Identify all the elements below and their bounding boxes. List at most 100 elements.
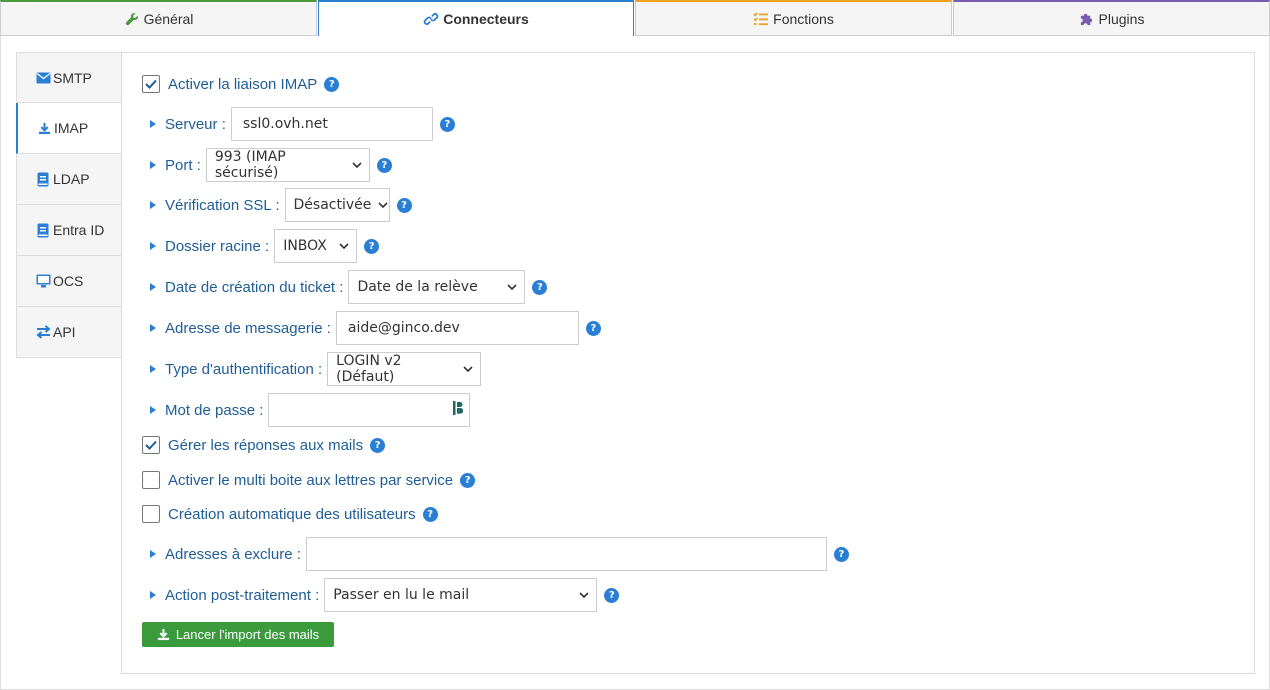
wrench-icon bbox=[124, 11, 140, 27]
post-action-select[interactable]: Passer en lu le mail bbox=[324, 578, 598, 612]
side-tab-label: API bbox=[53, 324, 76, 340]
chevron-down-icon bbox=[377, 199, 389, 211]
email-input[interactable]: aide@ginco.dev bbox=[335, 311, 579, 345]
address-book-icon bbox=[35, 222, 51, 238]
puzzle-icon bbox=[1079, 11, 1095, 27]
help-icon[interactable]: ? bbox=[833, 546, 849, 562]
help-icon[interactable]: ? bbox=[376, 157, 392, 173]
chevron-down-icon bbox=[338, 240, 350, 252]
chevron-down-icon bbox=[506, 281, 518, 293]
ticket-date-select-value: Date de la relève bbox=[357, 279, 478, 295]
side-tab-ldap[interactable]: LDAP bbox=[16, 154, 122, 205]
side-tab-label: OCS bbox=[53, 273, 84, 289]
auth-type-select-value: LOGIN v2 (Défaut) bbox=[336, 353, 402, 385]
ssl-check-select-value: Désactivée bbox=[293, 197, 372, 213]
help-icon[interactable]: ? bbox=[460, 472, 476, 488]
help-icon[interactable]: ? bbox=[439, 116, 455, 132]
tab-general[interactable]: Général bbox=[0, 0, 317, 36]
port-select[interactable]: 993 (IMAP sécurisé) bbox=[205, 148, 370, 182]
manage-replies-row: Gérer les réponses aux mails ? bbox=[142, 433, 386, 457]
manage-replies-checkbox[interactable] bbox=[142, 436, 160, 454]
help-icon[interactable]: ? bbox=[364, 238, 380, 254]
download-icon bbox=[157, 628, 171, 642]
exchange-icon bbox=[35, 324, 51, 340]
side-tab-entra-id[interactable]: Entra ID bbox=[16, 205, 122, 256]
ssl-check-row: Vérification SSL : Désactivée ? bbox=[122, 187, 412, 223]
ticket-date-select[interactable]: Date de la relève bbox=[348, 270, 526, 304]
import-mails-button-label: Lancer l'import des mails bbox=[175, 627, 320, 642]
password-input[interactable] bbox=[268, 393, 471, 427]
top-tab-bar: Général Connecteurs Fonctions Plugins bbox=[0, 0, 1270, 36]
auth-type-label: Type d'authentification : bbox=[165, 360, 323, 378]
server-input[interactable]: ssl0.ovh.net bbox=[230, 107, 433, 141]
caret-right-icon bbox=[150, 161, 156, 169]
monitor-icon bbox=[35, 273, 51, 289]
post-action-select-value: Passer en lu le mail bbox=[333, 587, 470, 603]
help-icon[interactable]: ? bbox=[585, 320, 601, 336]
help-icon[interactable]: ? bbox=[532, 279, 548, 295]
server-row: Serveur : ssl0.ovh.net ? bbox=[122, 106, 455, 142]
password-manager-icon[interactable] bbox=[453, 401, 464, 419]
side-tab-smtp[interactable]: SMTP bbox=[16, 52, 122, 103]
port-row: Port : 993 (IMAP sécurisé) ? bbox=[122, 147, 392, 183]
exclude-addresses-label: Adresses à exclure : bbox=[165, 545, 301, 563]
side-tab-ocs[interactable]: OCS bbox=[16, 256, 122, 307]
ticket-date-label: Date de création du ticket : bbox=[165, 278, 344, 296]
help-icon[interactable]: ? bbox=[370, 437, 386, 453]
ssl-check-select[interactable]: Désactivée bbox=[284, 188, 390, 222]
side-tab-label: LDAP bbox=[53, 171, 90, 187]
caret-right-icon bbox=[150, 591, 156, 599]
exclude-addresses-input[interactable] bbox=[305, 537, 827, 571]
email-row: Adresse de messagerie : aide@ginco.dev ? bbox=[122, 310, 601, 346]
caret-right-icon bbox=[150, 120, 156, 128]
side-tab-label: Entra ID bbox=[53, 222, 105, 238]
post-action-row: Action post-traitement : Passer en lu le… bbox=[122, 577, 620, 613]
root-folder-row: Dossier racine : INBOX ? bbox=[122, 228, 380, 264]
multi-mailbox-checkbox[interactable] bbox=[142, 471, 160, 489]
root-folder-select-value: INBOX bbox=[283, 238, 327, 254]
tab-plugins[interactable]: Plugins bbox=[953, 0, 1270, 36]
root-folder-select[interactable]: INBOX bbox=[274, 229, 358, 263]
side-tab-bar: SMTP IMAP LDAP Entra ID OCS API bbox=[16, 52, 122, 358]
auth-type-select[interactable]: LOGIN v2 (Défaut) bbox=[327, 352, 482, 386]
help-icon[interactable]: ? bbox=[396, 197, 412, 213]
root-folder-label: Dossier racine : bbox=[165, 237, 270, 255]
post-action-label: Action post-traitement : bbox=[165, 586, 320, 604]
exclude-addresses-row: Adresses à exclure : ? bbox=[122, 536, 849, 572]
side-tab-api[interactable]: API bbox=[16, 307, 122, 358]
chevron-down-icon bbox=[462, 363, 474, 375]
chevron-down-icon bbox=[351, 159, 363, 171]
enable-imap-label: Activer la liaison IMAP bbox=[168, 75, 318, 93]
auto-create-users-checkbox[interactable] bbox=[142, 505, 160, 523]
tab-connecteurs[interactable]: Connecteurs bbox=[318, 0, 634, 36]
imap-settings-panel: Activer la liaison IMAP ? Serveur : ssl0… bbox=[121, 52, 1255, 674]
caret-right-icon bbox=[150, 283, 156, 291]
tab-general-label: Général bbox=[143, 10, 194, 27]
chevron-down-icon bbox=[578, 589, 590, 601]
caret-right-icon bbox=[150, 550, 156, 558]
tab-plugins-label: Plugins bbox=[1098, 10, 1145, 27]
help-icon[interactable]: ? bbox=[324, 76, 340, 92]
multi-mailbox-label: Activer le multi boite aux lettres par s… bbox=[168, 471, 454, 489]
caret-right-icon bbox=[150, 406, 156, 414]
side-tab-label: SMTP bbox=[53, 69, 92, 86]
enable-imap-checkbox[interactable] bbox=[142, 75, 160, 93]
manage-replies-label: Gérer les réponses aux mails bbox=[168, 436, 364, 454]
caret-right-icon bbox=[150, 201, 156, 209]
port-label: Port : bbox=[165, 156, 201, 174]
tab-fonctions[interactable]: Fonctions bbox=[635, 0, 952, 36]
envelope-icon bbox=[35, 70, 51, 86]
help-icon[interactable]: ? bbox=[604, 587, 620, 603]
server-label: Serveur : bbox=[165, 115, 226, 133]
help-icon[interactable]: ? bbox=[422, 506, 438, 522]
import-mails-button[interactable]: Lancer l'import des mails bbox=[142, 622, 334, 647]
ticket-date-row: Date de création du ticket : Date de la … bbox=[122, 269, 548, 305]
password-row: Mot de passe : bbox=[122, 392, 471, 428]
tab-fonctions-label: Fonctions bbox=[773, 10, 834, 27]
enable-imap-row: Activer la liaison IMAP ? bbox=[142, 72, 340, 96]
list-icon bbox=[753, 11, 769, 27]
tab-connecteurs-label: Connecteurs bbox=[443, 11, 529, 27]
side-tab-imap[interactable]: IMAP bbox=[16, 103, 122, 154]
address-book-icon bbox=[35, 171, 51, 187]
caret-right-icon bbox=[150, 365, 156, 373]
